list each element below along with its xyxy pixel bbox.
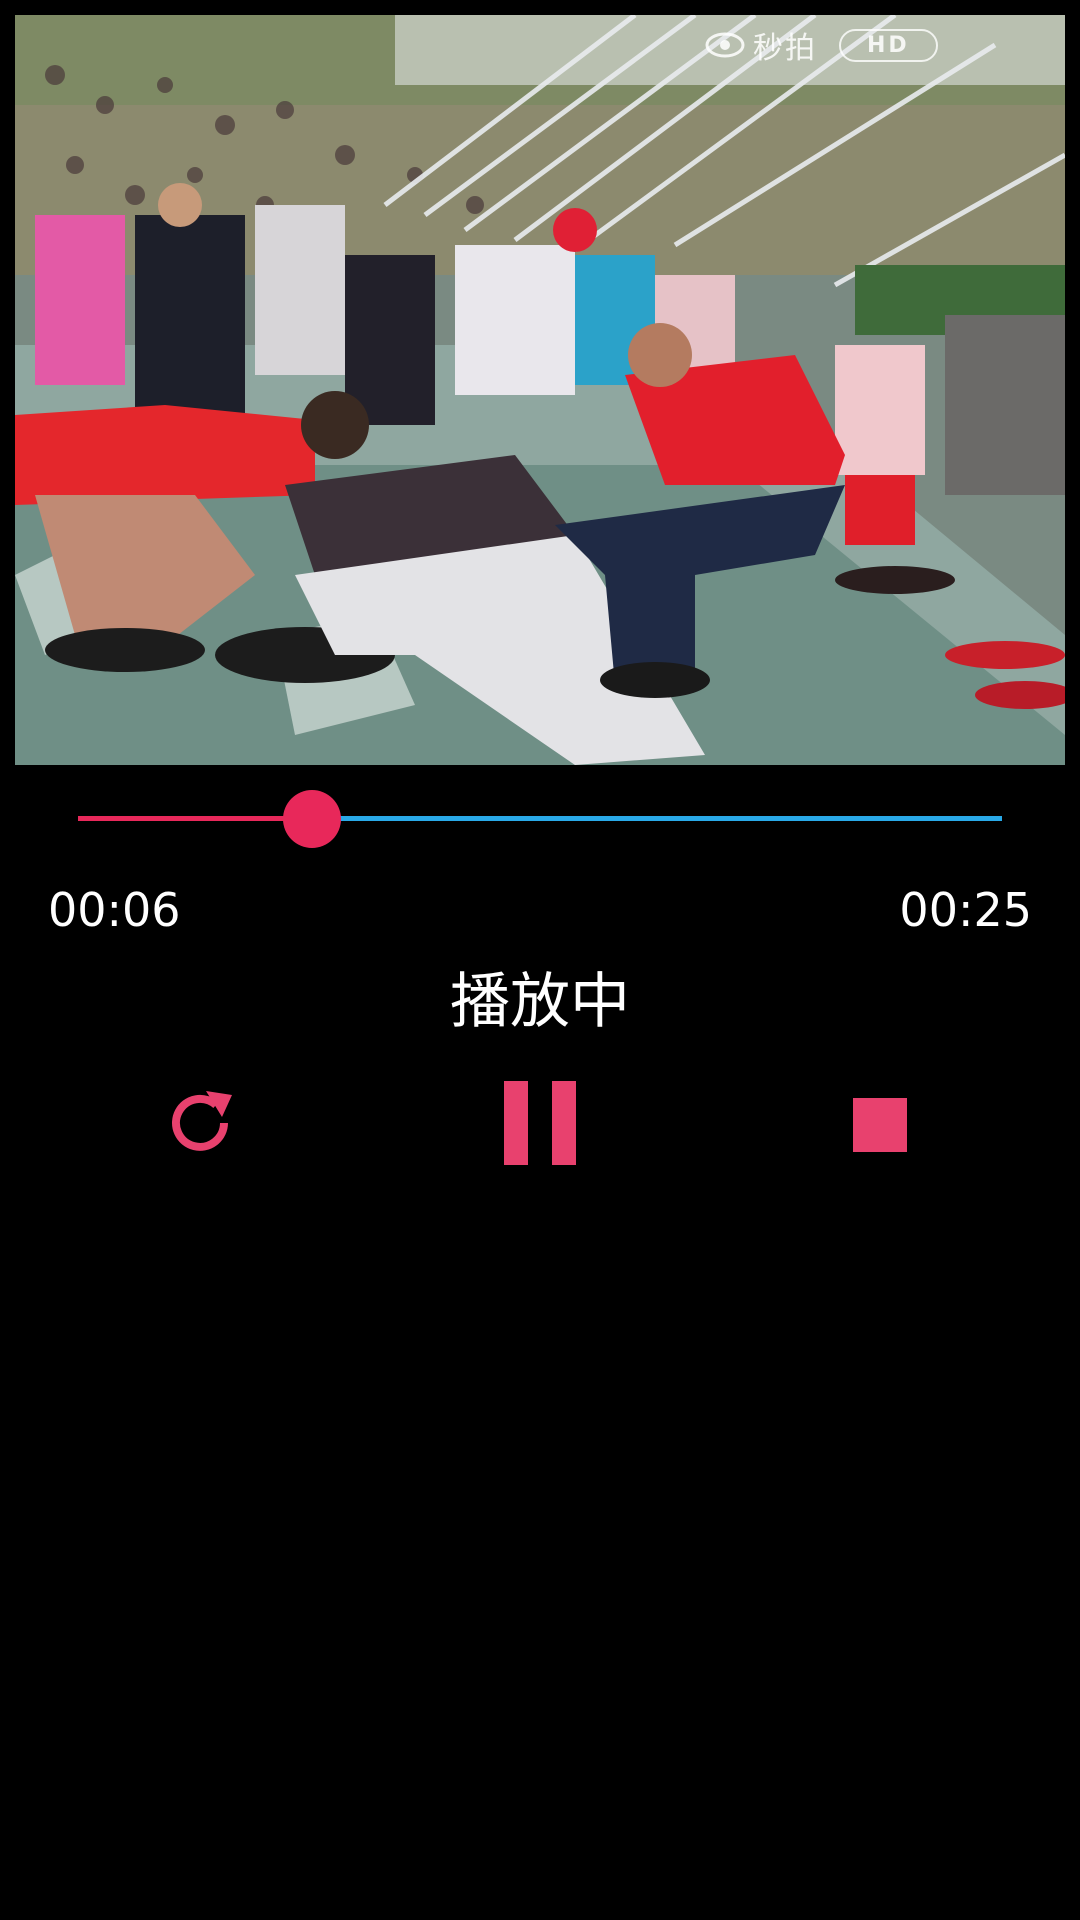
- video-frame[interactable]: 秒拍 HD: [15, 15, 1065, 765]
- eye-logo-icon: [705, 32, 745, 58]
- seek-thumb[interactable]: [283, 790, 341, 848]
- seek-track-played: [78, 816, 312, 821]
- total-time: 00:25: [899, 883, 1032, 937]
- playback-controls: [0, 1080, 1080, 1170]
- stop-icon: [853, 1098, 907, 1152]
- stop-button[interactable]: [835, 1080, 925, 1170]
- watermark-brand: 秒拍: [753, 31, 817, 66]
- pause-icon: [504, 1081, 576, 1169]
- seek-bar[interactable]: [78, 790, 1002, 848]
- replay-icon: [160, 1083, 240, 1167]
- video-watermark: 秒拍 HD: [705, 23, 938, 67]
- replay-button[interactable]: [155, 1080, 245, 1170]
- pause-button[interactable]: [495, 1080, 585, 1170]
- hd-badge: HD: [839, 28, 938, 62]
- playback-status: 播放中: [450, 967, 630, 1037]
- video-scene-image: [15, 15, 1065, 765]
- current-time: 00:06: [48, 883, 181, 937]
